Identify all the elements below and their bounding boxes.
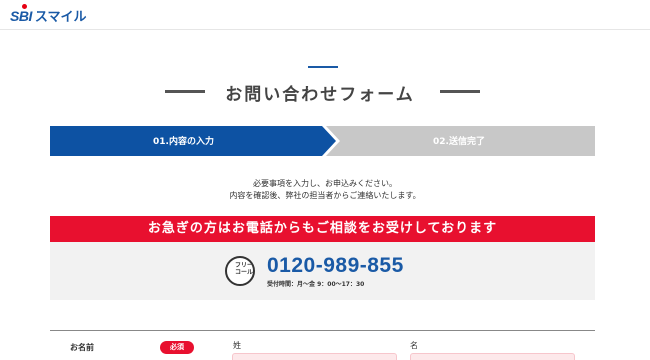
urgent-contact-banner: お急ぎの方はお電話からもご相談をお受けしております [50,216,595,242]
title-divider-right [440,90,480,93]
freecall-phone-icon: フリー コール [225,256,255,286]
logo-dot-icon [22,4,27,9]
site-header: SBI スマイル [0,0,650,30]
steps-graphic [50,126,595,156]
sbi-smile-logo[interactable]: SBI スマイル [10,4,87,25]
last-name-label: 姓 [233,341,241,350]
first-name-input[interactable] [410,353,575,360]
last-name-input[interactable] [232,353,397,360]
phone-contact-box: フリー コール 0120-989-855 受付時間：月〜金 9：00〜17：30 [50,242,595,300]
required-badge: 必須 [160,341,194,354]
page-title-block: お問い合わせフォーム [0,80,650,105]
phone-number[interactable]: 0120-989-855 [267,254,404,278]
logo-smile-text: スマイル [34,10,87,25]
form-divider [50,330,595,331]
logo-sbi-text: SBI [10,7,32,24]
intro-text: 必要事項を入力し、お申込みください。 内容を確認後、弊社の担当者からご連絡いたし… [0,178,650,202]
title-accent-bar [308,66,338,68]
intro-line-2: 内容を確認後、弊社の担当者からご連絡いたします。 [229,191,421,200]
first-name-label: 名 [410,341,418,350]
intro-line-1: 必要事項を入力し、お申込みください。 [253,179,397,188]
progress-steps: 01.内容の入力 02.送信完了 [50,126,595,156]
name-field-label: お名前 [70,343,94,352]
page-title: お問い合わせフォーム [225,85,415,105]
step-2-label: 02.送信完了 [433,137,485,147]
step-1-label: 01.内容の入力 [153,137,214,147]
freecall-icon-text: フリー コール [235,262,254,276]
phone-hours: 受付時間：月〜金 9：00〜17：30 [267,281,365,288]
title-divider-left [165,90,205,93]
